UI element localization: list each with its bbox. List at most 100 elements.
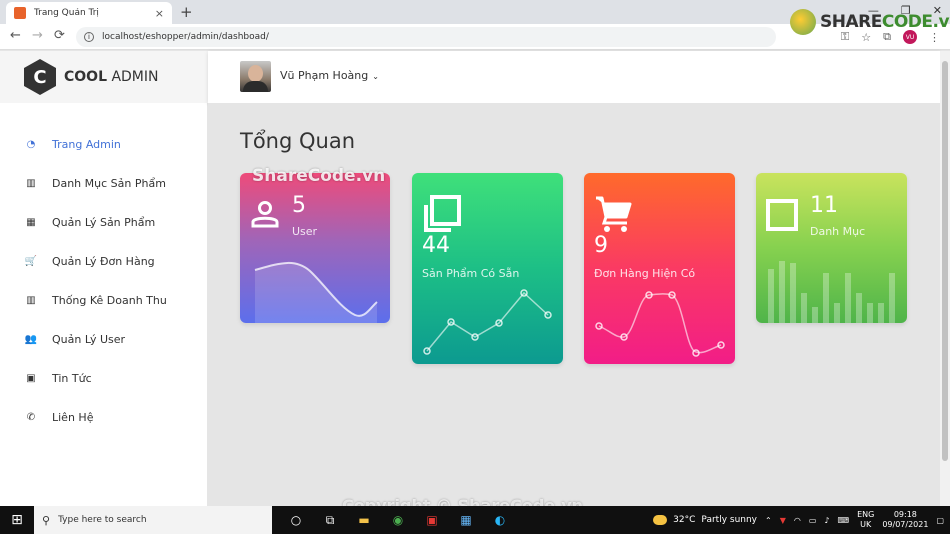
tab-close-icon[interactable]: ×	[155, 7, 164, 20]
copy-icon	[424, 195, 461, 232]
cortana-icon[interactable]: ○	[286, 510, 306, 530]
bar-chart-icon: ▥	[26, 295, 36, 306]
clock[interactable]: 09:18 09/07/2021	[882, 510, 928, 530]
volume-icon[interactable]: ♪	[824, 516, 829, 525]
user-name: Vũ Phạm Hoàng	[280, 69, 369, 82]
windows-taskbar: ⊞ ⚲ Type here to search ○ ⧉ ▬ ◉ ▣ ▦ ◐ 32…	[0, 506, 950, 534]
network-icon[interactable]: ◠	[794, 516, 801, 525]
brand-logo[interactable]: C COOL ADMIN	[0, 51, 208, 103]
clock-time: 09:18	[893, 510, 917, 519]
sidebar-item-thong-ke[interactable]: ▥ Thống Kê Doanh Thu	[0, 281, 208, 320]
sidebar: C COOL ADMIN ◔ Trang Admin ▥ Danh Mục Sả…	[0, 51, 208, 506]
new-tab-button[interactable]: +	[180, 3, 193, 21]
sidebar-item-quan-ly-san-pham[interactable]: ▦ Quản Lý Sản Phẩm	[0, 203, 208, 242]
avatar[interactable]	[240, 61, 271, 92]
reload-button[interactable]: ⟳	[54, 28, 65, 43]
page-title: Tổng Quan	[240, 129, 356, 153]
user-icon	[251, 201, 279, 228]
dashboard-icon: ◔	[26, 139, 36, 150]
table-icon: ▦	[26, 217, 36, 228]
phone-icon: ✆	[26, 412, 36, 423]
sidebar-menu: ◔ Trang Admin ▥ Danh Mục Sản Phẩm ▦ Quản…	[0, 125, 208, 437]
weather-widget[interactable]: 32°C Partly sunny	[653, 515, 757, 525]
watermark-text: ShareCode.vn	[252, 166, 386, 186]
chevron-down-icon: ⌄	[372, 72, 379, 81]
back-button[interactable]: ←	[10, 28, 21, 43]
edge-icon[interactable]: ◐	[490, 510, 510, 530]
orders-trend-chart	[595, 291, 725, 357]
sidebar-item-quan-ly-don-hang[interactable]: 🛒 Quản Lý Đơn Hàng	[0, 242, 208, 281]
stat-value: 44	[422, 233, 450, 258]
sidebar-item-label: Quản Lý Đơn Hàng	[52, 255, 155, 268]
bar-chart-icon: ▥	[26, 178, 36, 189]
categories-bar-chart	[768, 261, 895, 323]
url-text: localhost/eshopper/admin/dashboad/	[102, 32, 269, 42]
sidebar-item-label: Tin Tức	[52, 372, 92, 385]
taskbar-apps: ○ ⧉ ▬ ◉ ▣ ▦ ◐	[286, 510, 510, 530]
weather-text: Partly sunny	[701, 515, 758, 525]
file-explorer-icon[interactable]: ▬	[354, 510, 374, 530]
cart-icon: 🛒	[24, 256, 38, 267]
news-icon: ▣	[26, 373, 36, 384]
store-icon[interactable]: ▦	[456, 510, 476, 530]
sidebar-item-label: Liên Hệ	[52, 411, 94, 424]
stat-card-user[interactable]: 5 User	[240, 173, 390, 323]
scrollbar-thumb[interactable]	[942, 61, 948, 461]
task-view-icon[interactable]: ⧉	[320, 510, 340, 530]
app-icon[interactable]: ▣	[422, 510, 442, 530]
taskbar-search[interactable]: ⚲ Type here to search	[34, 506, 272, 534]
forward-button[interactable]: →	[32, 28, 43, 43]
weather-temp: 32°C	[673, 515, 696, 525]
browser-tab[interactable]: Trang Quản Trị ×	[6, 2, 172, 24]
tray-app-icon[interactable]: ▼	[780, 516, 786, 525]
stat-card-categories[interactable]: 11 Danh Mục	[756, 173, 907, 323]
system-tray: 32°C Partly sunny ⌃ ▼ ◠ ▭ ♪ ⌨ ENG UK 09:…	[653, 506, 944, 534]
windows-start-icon[interactable]: ⊞	[0, 506, 34, 534]
battery-icon[interactable]: ▭	[809, 516, 817, 525]
sidebar-item-label: Quản Lý User	[52, 333, 126, 346]
notification-icon[interactable]: ▢	[936, 516, 944, 525]
admin-page: C COOL ADMIN ◔ Trang Admin ▥ Danh Mục Sả…	[0, 51, 940, 506]
header: Vũ Phạm Hoàng ⌄	[208, 51, 940, 103]
taskbar-search-placeholder: Type here to search	[58, 515, 147, 525]
stat-card-orders[interactable]: 9 Đơn Hàng Hiện Có	[584, 173, 735, 364]
address-bar[interactable]: i localhost/eshopper/admin/dashboad/	[76, 27, 776, 47]
chrome-icon[interactable]: ◉	[388, 510, 408, 530]
lang-bottom: UK	[860, 520, 872, 529]
logo-hex-icon: C	[24, 59, 56, 95]
users-icon: 👥	[24, 334, 38, 345]
lang-top: ENG	[857, 510, 875, 519]
chevron-up-icon[interactable]: ⌃	[765, 516, 772, 525]
sidebar-item-label: Thống Kê Doanh Thu	[52, 294, 167, 307]
weather-icon	[653, 515, 668, 525]
logo-text: COOL ADMIN	[64, 69, 159, 85]
stat-value: 5	[292, 193, 306, 218]
stat-label: Sản Phẩm Có Sẵn	[422, 267, 520, 280]
stat-label: Danh Mục	[810, 225, 866, 238]
sharecode-logo-text: SHARECODE.vn	[820, 12, 950, 32]
clock-date: 09/07/2021	[882, 520, 929, 529]
stat-value: 9	[594, 233, 608, 258]
keyboard-icon[interactable]: ⌨	[838, 516, 850, 525]
sidebar-item-lien-he[interactable]: ✆ Liên Hệ	[0, 398, 208, 437]
language-indicator[interactable]: ENG UK	[857, 510, 874, 530]
user-menu[interactable]: Vũ Phạm Hoàng ⌄	[280, 69, 379, 82]
info-icon[interactable]: i	[84, 32, 94, 42]
square-icon	[766, 199, 798, 231]
stat-card-products[interactable]: 44 Sản Phẩm Có Sẵn	[412, 173, 563, 364]
page-scrollbar[interactable]	[940, 51, 950, 506]
sidebar-item-danh-muc[interactable]: ▥ Danh Mục Sản Phẩm	[0, 164, 208, 203]
sidebar-item-label: Quản Lý Sản Phẩm	[52, 216, 156, 229]
stat-label: User	[292, 225, 318, 238]
stat-value: 11	[810, 193, 838, 218]
sidebar-item-quan-ly-user[interactable]: 👥 Quản Lý User	[0, 320, 208, 359]
favicon-icon	[14, 7, 26, 19]
search-icon: ⚲	[42, 513, 51, 527]
sidebar-item-trang-admin[interactable]: ◔ Trang Admin	[0, 125, 208, 164]
sidebar-item-label: Danh Mục Sản Phẩm	[52, 177, 166, 190]
products-trend-chart	[423, 289, 552, 355]
tab-title: Trang Quản Trị	[34, 8, 99, 18]
user-trend-chart	[254, 262, 378, 323]
sidebar-item-tin-tuc[interactable]: ▣ Tin Tức	[0, 359, 208, 398]
stat-label: Đơn Hàng Hiện Có	[594, 267, 696, 280]
